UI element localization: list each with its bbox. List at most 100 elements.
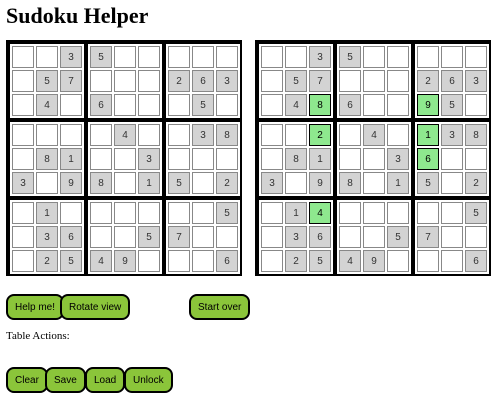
sudoku-cell[interactable] <box>363 94 385 116</box>
sudoku-cell[interactable]: 3 <box>192 124 214 146</box>
sudoku-cell[interactable]: 3 <box>12 172 34 194</box>
sudoku-cell[interactable] <box>90 226 112 248</box>
sudoku-cell[interactable] <box>12 202 34 224</box>
sudoku-cell[interactable] <box>90 124 112 146</box>
sudoku-cell[interactable] <box>12 70 34 92</box>
sudoku-cell[interactable]: 9 <box>60 172 82 194</box>
hint-cell[interactable]: 9 <box>417 94 439 116</box>
sudoku-cell[interactable]: 2 <box>216 172 238 194</box>
sudoku-cell[interactable] <box>465 46 487 68</box>
sudoku-cell[interactable] <box>90 70 112 92</box>
sudoku-cell[interactable]: 3 <box>465 70 487 92</box>
sudoku-cell[interactable]: 5 <box>465 202 487 224</box>
sudoku-cell[interactable]: 7 <box>168 226 190 248</box>
sudoku-cell[interactable] <box>216 46 238 68</box>
sudoku-cell[interactable]: 5 <box>216 202 238 224</box>
sudoku-cell[interactable] <box>216 148 238 170</box>
sudoku-cell[interactable] <box>417 46 439 68</box>
sudoku-cell[interactable] <box>285 124 307 146</box>
sudoku-cell[interactable] <box>261 94 283 116</box>
sudoku-cell[interactable] <box>90 148 112 170</box>
sudoku-cell[interactable]: 6 <box>465 250 487 272</box>
hint-cell[interactable]: 4 <box>309 202 331 224</box>
sudoku-cell[interactable]: 3 <box>261 172 283 194</box>
sudoku-cell[interactable]: 7 <box>309 70 331 92</box>
hint-cell[interactable]: 6 <box>417 148 439 170</box>
sudoku-cell[interactable]: 7 <box>60 70 82 92</box>
sudoku-cell[interactable] <box>387 124 409 146</box>
sudoku-cell[interactable] <box>12 94 34 116</box>
sudoku-cell[interactable] <box>417 202 439 224</box>
sudoku-cell[interactable]: 4 <box>90 250 112 272</box>
sudoku-cell[interactable] <box>12 226 34 248</box>
sudoku-cell[interactable] <box>114 70 136 92</box>
sudoku-cell[interactable] <box>387 46 409 68</box>
sudoku-cell[interactable] <box>12 148 34 170</box>
sudoku-cell[interactable] <box>114 148 136 170</box>
sudoku-cell[interactable] <box>12 250 34 272</box>
sudoku-cell[interactable] <box>285 172 307 194</box>
sudoku-cell[interactable] <box>138 46 160 68</box>
sudoku-cell[interactable] <box>12 124 34 146</box>
sudoku-cell[interactable] <box>138 94 160 116</box>
sudoku-cell[interactable]: 3 <box>309 46 331 68</box>
sudoku-cell[interactable] <box>192 172 214 194</box>
hint-cell[interactable]: 1 <box>417 124 439 146</box>
sudoku-cell[interactable] <box>363 202 385 224</box>
load-button[interactable]: Load <box>85 367 126 393</box>
sudoku-cell[interactable] <box>363 172 385 194</box>
sudoku-cell[interactable] <box>216 226 238 248</box>
sudoku-cell[interactable]: 4 <box>339 250 361 272</box>
sudoku-cell[interactable] <box>114 202 136 224</box>
sudoku-cell[interactable] <box>36 46 58 68</box>
sudoku-cell[interactable] <box>192 226 214 248</box>
sudoku-cell[interactable] <box>138 70 160 92</box>
clear-button[interactable]: Clear <box>6 367 48 393</box>
sudoku-cell[interactable]: 5 <box>387 226 409 248</box>
sudoku-cell[interactable] <box>363 226 385 248</box>
sudoku-cell[interactable] <box>339 148 361 170</box>
sudoku-cell[interactable] <box>339 226 361 248</box>
sudoku-cell[interactable] <box>90 202 112 224</box>
sudoku-cell[interactable] <box>387 70 409 92</box>
sudoku-cell[interactable]: 6 <box>441 70 463 92</box>
sudoku-cell[interactable] <box>60 94 82 116</box>
sudoku-cell[interactable]: 1 <box>36 202 58 224</box>
sudoku-cell[interactable] <box>192 46 214 68</box>
sudoku-cell[interactable]: 4 <box>285 94 307 116</box>
sudoku-cell[interactable] <box>363 46 385 68</box>
sudoku-cell[interactable]: 3 <box>387 148 409 170</box>
sudoku-cell[interactable]: 3 <box>60 46 82 68</box>
sudoku-cell[interactable]: 5 <box>441 94 463 116</box>
sudoku-cell[interactable]: 8 <box>36 148 58 170</box>
sudoku-cell[interactable] <box>192 202 214 224</box>
sudoku-cell[interactable] <box>339 202 361 224</box>
sudoku-cell[interactable]: 5 <box>168 172 190 194</box>
sudoku-cell[interactable]: 6 <box>192 70 214 92</box>
sudoku-cell[interactable] <box>387 202 409 224</box>
sudoku-cell[interactable]: 8 <box>216 124 238 146</box>
sudoku-cell[interactable] <box>192 148 214 170</box>
sudoku-cell[interactable]: 4 <box>36 94 58 116</box>
sudoku-cell[interactable] <box>465 94 487 116</box>
sudoku-cell[interactable]: 8 <box>465 124 487 146</box>
sudoku-cell[interactable] <box>60 124 82 146</box>
sudoku-cell[interactable]: 1 <box>285 202 307 224</box>
sudoku-cell[interactable]: 5 <box>138 226 160 248</box>
sudoku-cell[interactable]: 4 <box>363 124 385 146</box>
sudoku-cell[interactable]: 9 <box>114 250 136 272</box>
sudoku-cell[interactable] <box>36 172 58 194</box>
sudoku-cell[interactable] <box>339 124 361 146</box>
rotate-view-button[interactable]: Rotate view <box>60 294 131 320</box>
sudoku-cell[interactable]: 7 <box>417 226 439 248</box>
sudoku-cell[interactable]: 3 <box>36 226 58 248</box>
sudoku-cell[interactable]: 3 <box>285 226 307 248</box>
sudoku-cell[interactable]: 1 <box>309 148 331 170</box>
sudoku-cell[interactable] <box>261 148 283 170</box>
sudoku-cell[interactable]: 1 <box>60 148 82 170</box>
sudoku-cell[interactable]: 2 <box>36 250 58 272</box>
save-button[interactable]: Save <box>45 367 86 393</box>
sudoku-cell[interactable]: 8 <box>90 172 112 194</box>
sudoku-cell[interactable]: 2 <box>417 70 439 92</box>
sudoku-cell[interactable]: 6 <box>90 94 112 116</box>
